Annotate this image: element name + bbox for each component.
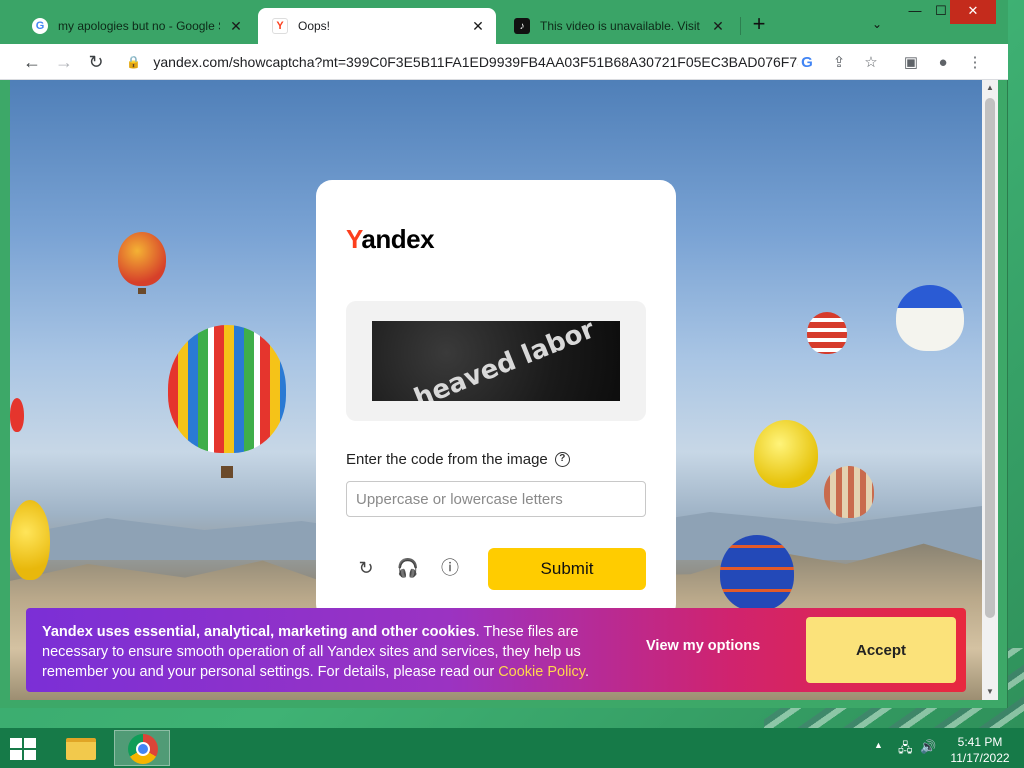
background-balloon-basket [221, 466, 233, 478]
scrollbar-thumb[interactable] [985, 98, 995, 618]
address-bar[interactable]: 🔒 yandex.com/showcaptcha?mt=399C0F3E5B11… [118, 48, 798, 76]
clock-date: 11/17/2022 [950, 751, 1010, 765]
background-balloon [896, 285, 964, 351]
captcha-words: heaved labor [410, 321, 599, 401]
scroll-up-arrow-icon[interactable]: ▲ [982, 80, 998, 96]
lock-icon[interactable]: 🔒 [126, 55, 141, 69]
captcha-code-input[interactable] [346, 481, 646, 517]
tab-close-icon[interactable]: ✕ [228, 18, 244, 34]
tab-search-chevron-down-icon[interactable]: ⌄ [868, 14, 886, 34]
cookie-message: Yandex uses essential, analytical, marke… [42, 622, 622, 682]
page-scrollbar[interactable]: ▲ ▼ [982, 80, 998, 700]
background-balloon [720, 535, 794, 611]
profile-avatar-icon[interactable]: ● [932, 52, 954, 74]
yandex-logo: Yandex [346, 224, 435, 254]
accept-cookies-button[interactable]: Accept [806, 617, 956, 683]
audio-headphones-icon[interactable]: 🎧 [396, 556, 420, 580]
google-lens-icon[interactable]: G [796, 52, 818, 74]
tab-title: This video is unavailable. Visit Tik [540, 19, 702, 33]
background-balloon [168, 325, 286, 453]
submit-button[interactable]: Submit [488, 548, 646, 590]
more-menu-icon[interactable]: ⋮ [964, 52, 986, 74]
captcha-text-graphic: heaved labor [410, 321, 599, 401]
refresh-captcha-icon[interactable]: ↻ [354, 556, 378, 580]
captcha-card: Yandex heaved labor Enter the code from … [316, 180, 676, 620]
tray-chevron-up-icon[interactable]: ▲ [874, 740, 883, 768]
captcha-image-container: heaved labor [346, 301, 646, 421]
background-balloon [754, 420, 818, 488]
tab-title: Oops! [298, 19, 331, 33]
bookmark-star-icon[interactable]: ☆ [860, 52, 882, 74]
forward-arrow-icon[interactable]: → [52, 50, 76, 74]
new-tab-plus-icon[interactable]: + [748, 13, 770, 36]
background-balloon [824, 466, 874, 518]
tab-tiktok[interactable]: ♪ This video is unavailable. Visit Tik ✕ [500, 8, 736, 44]
page-viewport: Yandex heaved labor Enter the code from … [10, 80, 982, 700]
cookie-message-bold: Yandex uses essential, analytical, marke… [42, 624, 476, 640]
info-icon[interactable]: ⓘ [438, 556, 462, 580]
yandex-favicon-icon: Y [272, 18, 288, 34]
tab-close-icon[interactable]: ✕ [470, 18, 486, 34]
cookie-message-end: . [584, 664, 589, 680]
volume-icon[interactable]: 🔊 [920, 739, 936, 768]
clock-time: 5:41 PM [957, 735, 1003, 749]
reload-icon[interactable]: ↻ [84, 50, 108, 74]
background-balloon [118, 232, 166, 286]
side-panel-icon[interactable]: ▣ [900, 52, 922, 74]
tab-yandex[interactable]: Y Oops! ✕ [258, 8, 496, 44]
view-my-options-button[interactable]: View my options [646, 638, 760, 654]
taskbar-chrome[interactable] [114, 730, 170, 766]
browser-window: G my apologies but no - Google Se ✕ Y Oo… [0, 0, 1008, 708]
taskbar-clock[interactable]: 5:41 PM 11/17/2022 [944, 734, 1016, 766]
background-balloon [10, 398, 24, 432]
cookie-banner: Yandex uses essential, analytical, marke… [26, 608, 966, 692]
windows-start-icon[interactable] [10, 738, 38, 760]
tab-separator [740, 17, 741, 35]
tiktok-favicon-icon: ♪ [514, 18, 530, 34]
help-question-icon[interactable]: ? [554, 452, 570, 467]
tab-strip: G my apologies but no - Google Se ✕ Y Oo… [0, 0, 1008, 44]
windows-taskbar: ▲ 🖧 🔊 5:41 PM 11/17/2022 [0, 728, 1024, 768]
close-window-icon[interactable]: ✕ [950, 0, 996, 24]
tab-close-icon[interactable]: ✕ [710, 18, 726, 34]
google-favicon-icon: G [32, 18, 48, 34]
share-icon[interactable]: ⇪ [828, 52, 850, 74]
background-balloon [807, 312, 847, 354]
cookie-policy-link[interactable]: Cookie Policy [498, 664, 585, 680]
captcha-prompt: Enter the code from the image ? [346, 451, 570, 468]
back-arrow-icon[interactable]: ← [20, 50, 44, 74]
taskbar-file-explorer[interactable] [52, 730, 108, 766]
url-text[interactable]: yandex.com/showcaptcha?mt=399C0F3E5B11FA… [153, 54, 798, 70]
tab-title: my apologies but no - Google Se [58, 19, 220, 33]
background-balloon-basket [138, 288, 146, 294]
captcha-image: heaved labor [372, 321, 620, 401]
scroll-down-arrow-icon[interactable]: ▼ [982, 684, 998, 700]
background-balloon [10, 500, 50, 580]
captcha-prompt-text: Enter the code from the image [346, 451, 548, 468]
browser-toolbar: ← → ↻ 🔒 yandex.com/showcaptcha?mt=399C0F… [0, 44, 1008, 80]
network-icon[interactable]: 🖧 [898, 739, 913, 768]
chrome-icon [128, 734, 158, 764]
folder-icon [66, 738, 96, 760]
tab-google[interactable]: G my apologies but no - Google Se ✕ [18, 8, 254, 44]
